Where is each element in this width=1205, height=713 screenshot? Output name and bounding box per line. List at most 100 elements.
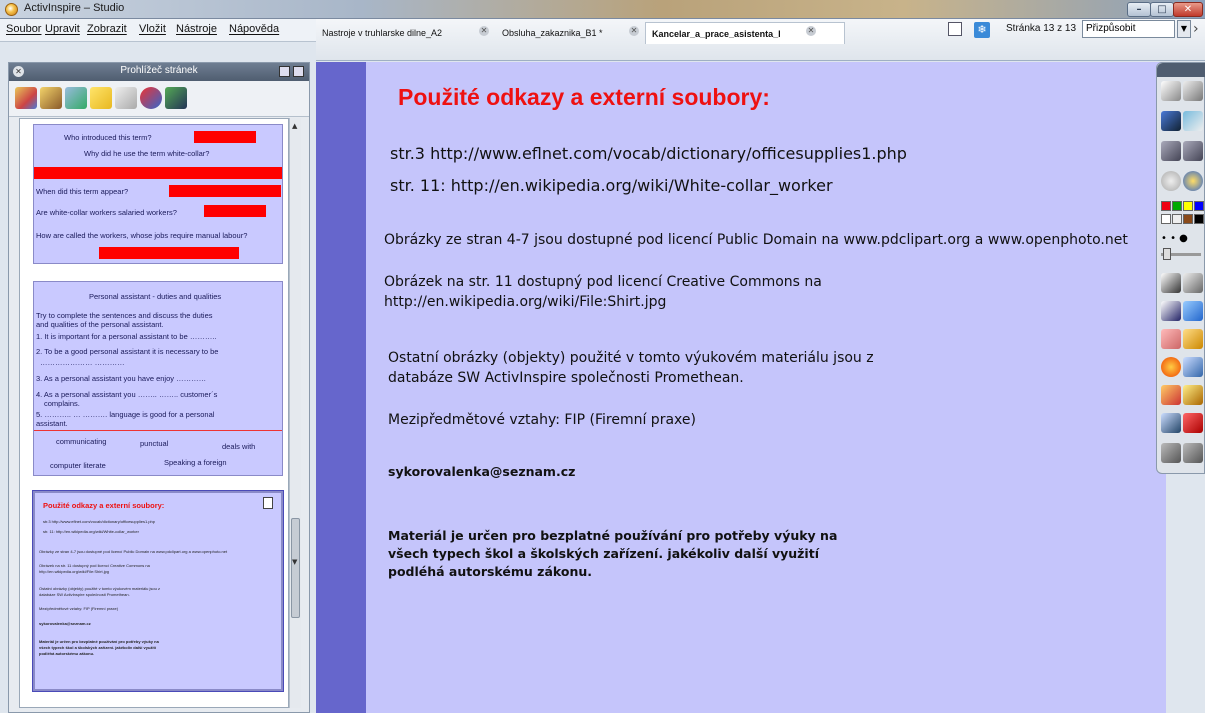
menu-soubor[interactable]: Soubor — [6, 23, 41, 35]
close-button[interactable]: ✕ — [1173, 2, 1203, 17]
thumb-text: and qualities of the personal assistant. — [36, 320, 164, 329]
connector-icon[interactable] — [1183, 357, 1203, 377]
thumb-text: 5. ……….. … ………. language is good for a p… — [36, 410, 215, 419]
chevron-right-icon[interactable]: › — [1193, 21, 1199, 37]
color-light-swatch[interactable] — [1172, 214, 1182, 224]
main-menu-icon[interactable] — [1161, 81, 1181, 101]
scroll-up-icon[interactable]: ▲ — [292, 122, 297, 130]
pen-width-dots[interactable]: • • ● — [1161, 233, 1188, 244]
thumbnail-scrollbar[interactable]: ▲ ▼ — [289, 118, 301, 708]
tab-close-icon[interactable]: ✕ — [629, 26, 639, 36]
tab-close-icon[interactable]: ✕ — [479, 26, 489, 36]
menu-napoveda[interactable]: Nápověda — [229, 23, 279, 35]
tab-obsluha[interactable]: Obsluha_zakaznika_B1 * — [496, 22, 626, 44]
page-browser-title: Prohlížeč stránek — [120, 65, 198, 76]
next-page-icon[interactable] — [1183, 141, 1203, 161]
thumb-text: 3. As a personal assistant you have enjo… — [36, 374, 207, 383]
scroll-down-icon[interactable]: ▼ — [292, 558, 297, 566]
previous-page-icon[interactable] — [1161, 141, 1181, 161]
color-red-swatch[interactable] — [1161, 201, 1171, 211]
tools-icon[interactable] — [1183, 273, 1203, 293]
slider-handle[interactable] — [1163, 248, 1171, 260]
tab-close-icon[interactable]: ✕ — [806, 26, 816, 36]
reset-icon[interactable] — [1183, 413, 1203, 433]
thumb-text: Obrázek na str. 11 dostupný pod licencí … — [39, 563, 150, 568]
thumbnail-page-12[interactable]: Personal assistant - duties and qualitie… — [33, 281, 283, 476]
color-green-swatch[interactable] — [1172, 201, 1182, 211]
notes-browser-icon[interactable] — [90, 87, 112, 109]
page-browser-icon[interactable] — [15, 87, 37, 109]
clear-icon[interactable] — [1183, 111, 1203, 131]
thumbnail-page-13[interactable]: Použité odkazy a externí soubory: str.3 … — [33, 491, 283, 691]
thumb-text: When did this term appear? — [36, 187, 129, 196]
resource-browser-icon[interactable] — [40, 87, 62, 109]
thumb-text: Mezipředmětové vztahy: FIP (Firemní prax… — [39, 606, 119, 611]
red-bar — [204, 205, 266, 217]
maximize-icon: □ — [1157, 4, 1167, 15]
thumb-text: sykorovalenka@seznam.cz — [39, 621, 91, 626]
divider — [34, 430, 282, 431]
play-icon[interactable] — [1161, 171, 1181, 191]
author-email: sykorovalenka@seznam.cz — [388, 464, 576, 479]
action-browser-icon[interactable] — [140, 87, 162, 109]
pen-icon[interactable] — [1161, 111, 1181, 131]
usage-note-line-3: podléhá autorskému zákonu. — [388, 564, 592, 579]
clipart-icon[interactable] — [1183, 385, 1203, 405]
zoom-select[interactable]: Přizpůsobit — [1082, 20, 1175, 38]
color-black-swatch[interactable] — [1194, 214, 1204, 224]
browser-toolbar — [9, 81, 309, 117]
scrollbar-thumb[interactable] — [291, 518, 300, 618]
fill-icon[interactable] — [1183, 329, 1203, 349]
browser-icon[interactable] — [1183, 171, 1203, 191]
thumb-word: Speaking a foreign — [164, 458, 227, 467]
color-yellow-swatch[interactable] — [1183, 201, 1193, 211]
page-list-icon[interactable] — [948, 22, 962, 36]
tab-nastroje[interactable]: Nastroje v truhlarske dilne_A2 — [316, 22, 471, 44]
select-icon[interactable] — [1161, 273, 1181, 293]
pin-icon[interactable] — [279, 66, 290, 77]
minimize-button[interactable]: – — [1127, 2, 1151, 17]
maximize-button[interactable]: □ — [1150, 2, 1174, 17]
thumbnail-page-11[interactable]: Who introduced this term? Why did he use… — [33, 124, 283, 264]
chevron-down-icon[interactable]: ▼ — [1177, 20, 1191, 38]
tab-label: Kancelar_a_prace_asistenta_l — [652, 29, 781, 39]
text-icon[interactable] — [1161, 385, 1181, 405]
object-browser-icon[interactable] — [65, 87, 87, 109]
redo-icon[interactable] — [1183, 443, 1203, 463]
property-browser-icon[interactable] — [115, 87, 137, 109]
thumb-text: ………………… ………… — [40, 358, 125, 367]
color-white-swatch[interactable] — [1161, 214, 1171, 224]
thumb-text: How are called the workers, whose jobs r… — [36, 231, 248, 240]
red-bar — [34, 167, 282, 179]
page-icon[interactable] — [1183, 81, 1203, 101]
thumb-text: 1. It is important for a personal assist… — [36, 332, 217, 341]
shape-icon[interactable] — [1161, 357, 1181, 377]
color-blue-swatch[interactable] — [1194, 201, 1204, 211]
highlighter-icon[interactable] — [1183, 301, 1203, 321]
thumb-text: Are white-collar workers salaried worker… — [36, 208, 177, 217]
menu-nastroje[interactable]: Nástroje — [176, 23, 217, 35]
eraser-icon[interactable] — [1161, 329, 1181, 349]
teacher-lock-icon[interactable] — [1161, 413, 1181, 433]
thumb-text: assistant. — [36, 419, 68, 428]
menu-zobrazit[interactable]: Zobrazit — [87, 23, 127, 35]
undo-icon[interactable] — [1161, 443, 1181, 463]
menu-upravit[interactable]: Upravit — [45, 23, 80, 35]
thumb-text: Materiál je určen pro bezplatné používán… — [39, 639, 159, 644]
menu-vlozit[interactable]: Vložit — [139, 23, 166, 35]
page-thumbnails: Who introduced this term? Why did he use… — [19, 118, 289, 708]
thumb-text: databáze SW ActivInspire společnosti Pro… — [39, 592, 130, 597]
voting-browser-icon[interactable] — [165, 87, 187, 109]
pen-tool-icon[interactable] — [1161, 301, 1181, 321]
color-brown-swatch[interactable] — [1183, 214, 1193, 224]
thumb-word: communicating — [56, 437, 107, 446]
page-browser: ✕ Prohlížeč stránek Who introduced this … — [8, 62, 310, 713]
thumb-text: http://en.wikipedia.org/wiki/File:Shirt.… — [39, 569, 110, 574]
title-bar — [0, 0, 1205, 19]
minimize-icon: – — [1136, 4, 1142, 15]
main-toolbox: • • ● — [1156, 62, 1205, 474]
thumb-word: deals with — [222, 442, 256, 451]
slide-canvas[interactable]: Použité odkazy a externí soubory: str.3 … — [366, 62, 1166, 713]
snowflake-icon[interactable]: ❄ — [974, 22, 990, 38]
dock-icon[interactable] — [293, 66, 304, 77]
